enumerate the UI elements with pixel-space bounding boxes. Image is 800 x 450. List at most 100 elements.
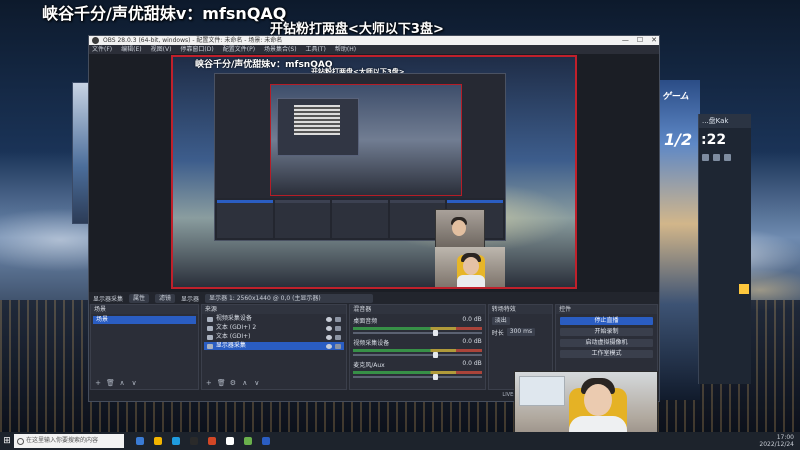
duration-label: 时长 bbox=[491, 330, 504, 337]
volume-slider[interactable] bbox=[353, 352, 482, 358]
tray-date: 2022/12/24 bbox=[759, 441, 794, 448]
remove-source-button[interactable]: 🗑 bbox=[217, 379, 226, 387]
add-source-button[interactable]: + bbox=[205, 379, 213, 387]
source-name: 显示器采集 bbox=[215, 342, 246, 349]
source-item[interactable]: 文本 (GDI+) bbox=[204, 333, 344, 341]
lock-icon[interactable] bbox=[335, 325, 342, 331]
source-item[interactable]: 显示器采集 bbox=[203, 342, 345, 350]
scene-item[interactable]: 场景 bbox=[93, 316, 196, 324]
track-name: 麦克风/Aux bbox=[353, 362, 385, 369]
visibility-eye-icon[interactable] bbox=[326, 343, 333, 349]
volume-knob[interactable] bbox=[432, 330, 438, 336]
chat-accent-icon[interactable] bbox=[739, 284, 749, 294]
nested-dock bbox=[332, 200, 388, 238]
nested-obs-capture-inner bbox=[277, 98, 359, 156]
taskbar-app-icon[interactable] bbox=[136, 437, 144, 445]
volume-knob[interactable] bbox=[432, 352, 438, 358]
menu-scene-collection[interactable]: 场景集合(S) bbox=[264, 45, 297, 54]
lock-icon[interactable] bbox=[335, 334, 342, 340]
add-scene-button[interactable]: + bbox=[94, 379, 102, 387]
chat-tool-icon[interactable] bbox=[724, 154, 731, 161]
start-recording-button[interactable]: 开始录制 bbox=[560, 328, 653, 336]
minimize-button[interactable]: — bbox=[622, 36, 629, 45]
volume-slider[interactable] bbox=[353, 374, 482, 380]
chat-icon-row bbox=[699, 148, 751, 167]
taskbar-app-icon[interactable] bbox=[190, 437, 198, 445]
preview-area[interactable]: 峡谷千分/声优甜妹v：mfsnQAQ 开钻粉打两盘<大师以下3盘> bbox=[89, 54, 659, 292]
lock-icon[interactable] bbox=[335, 316, 342, 322]
menu-profile[interactable]: 配置文件(P) bbox=[223, 45, 255, 54]
mixer-dock: 混音器 桌面音频 0.0 dB 视频采集设备 0.0 dB 麦克风/Aux 0.0 d… bbox=[349, 304, 486, 390]
sources-dock-footer: + 🗑 ⚙ ∧ ∨ bbox=[201, 377, 347, 389]
chat-app-window[interactable]: ...盘Kak :22 bbox=[698, 114, 751, 384]
menu-docks[interactable]: 停靠窗口(D) bbox=[180, 45, 213, 54]
background-game-window[interactable]: ゲーム 1/2 bbox=[660, 80, 700, 400]
move-source-down-button[interactable]: ∨ bbox=[253, 379, 261, 387]
text-icon bbox=[206, 334, 213, 340]
studio-mode-button[interactable]: 工作室模式 bbox=[560, 350, 653, 358]
source-name: 文本 (GDI+) 2 bbox=[215, 324, 257, 331]
source-item[interactable]: 文本 (GDI+) 2 bbox=[204, 324, 344, 332]
volume-slider[interactable] bbox=[353, 330, 482, 336]
visibility-eye-icon[interactable] bbox=[326, 325, 333, 331]
infinite-mirror-tunnel bbox=[294, 105, 340, 135]
menu-file[interactable]: 文件(F) bbox=[92, 45, 112, 54]
display-select[interactable]: 显示器 1: 2560x1440 @ 0,0 (主显示器) bbox=[205, 293, 374, 303]
menu-help[interactable]: 帮助(H) bbox=[335, 45, 356, 54]
volume-meter bbox=[353, 327, 482, 330]
move-scene-up-button[interactable]: ∧ bbox=[118, 379, 126, 387]
properties-button[interactable]: 属性 bbox=[129, 293, 150, 303]
visibility-eye-icon[interactable] bbox=[326, 316, 333, 322]
taskbar-app-icon[interactable] bbox=[154, 437, 162, 445]
menu-edit[interactable]: 编辑(E) bbox=[121, 45, 141, 54]
remove-scene-button[interactable]: 🗑 bbox=[106, 379, 115, 387]
chat-tool-icon[interactable] bbox=[713, 154, 720, 161]
taskbar-app-icon[interactable] bbox=[208, 437, 216, 445]
obs-titlebar[interactable]: OBS 28.0.3 (64-bit, windows) - 配置文件: 未命名… bbox=[89, 36, 659, 45]
transition-type-select[interactable]: 淡出 bbox=[491, 317, 510, 325]
taskbar-app-icon[interactable] bbox=[172, 437, 180, 445]
windows-taskbar: ⊞ 在这里输入你要搜索的内容 17:00 2022/12/24 bbox=[0, 432, 800, 450]
stop-streaming-button[interactable]: 停止直播 bbox=[560, 317, 653, 325]
taskbar-app-icon[interactable] bbox=[226, 437, 234, 445]
volume-meter bbox=[353, 371, 482, 374]
transitions-dock-title: 转场特效 bbox=[488, 305, 553, 314]
volume-knob[interactable] bbox=[432, 374, 438, 380]
tray-time: 17:00 bbox=[776, 434, 794, 441]
maximize-button[interactable]: ☐ bbox=[637, 36, 643, 45]
duration-input[interactable]: 300 ms bbox=[506, 328, 536, 336]
menu-tools[interactable]: 工具(T) bbox=[306, 45, 326, 54]
close-button[interactable]: ✕ bbox=[651, 36, 657, 45]
source-name: 文本 (GDI+) bbox=[215, 333, 251, 340]
lock-icon[interactable] bbox=[335, 343, 342, 349]
taskbar-app-icon[interactable] bbox=[244, 437, 252, 445]
virtual-camera-button[interactable]: 启动虚拟摄像机 bbox=[560, 339, 653, 347]
obs-app-icon bbox=[92, 37, 99, 44]
taskbar-search-box[interactable]: 在这里输入你要搜索的内容 bbox=[14, 434, 124, 448]
move-source-up-button[interactable]: ∧ bbox=[241, 379, 249, 387]
person-face bbox=[584, 384, 612, 416]
taskbar-apps bbox=[136, 437, 270, 445]
preview-canvas[interactable]: 峡谷千分/声优甜妹v：mfsnQAQ 开钻粉打两盘<大师以下3盘> bbox=[171, 55, 577, 289]
text-icon bbox=[206, 325, 213, 331]
visibility-eye-icon[interactable] bbox=[326, 334, 333, 340]
chat-header: ...盘Kak bbox=[699, 114, 751, 128]
chat-tool-icon[interactable] bbox=[702, 154, 709, 161]
person-shirt bbox=[457, 275, 485, 287]
filters-button[interactable]: 滤镜 bbox=[155, 293, 176, 303]
menu-view[interactable]: 视图(V) bbox=[151, 45, 172, 54]
source-properties-button[interactable]: ⚙ bbox=[229, 379, 237, 387]
system-tray-clock[interactable]: 17:00 2022/12/24 bbox=[759, 434, 794, 448]
source-item[interactable]: 视频采集设备 bbox=[204, 315, 344, 323]
nested-dock bbox=[274, 200, 331, 238]
game-banner-number: 1/2 bbox=[664, 130, 693, 149]
obs-window-title: OBS 28.0.3 (64-bit, windows) - 配置文件: 未命名… bbox=[103, 37, 283, 44]
move-scene-down-button[interactable]: ∨ bbox=[130, 379, 138, 387]
mixer-dock-title: 混音器 bbox=[350, 305, 485, 314]
track-db: 0.0 dB bbox=[462, 316, 482, 323]
room-window bbox=[519, 376, 565, 406]
windows-start-icon[interactable]: ⊞ bbox=[0, 432, 14, 450]
selected-source-label: 显示器采集 bbox=[93, 295, 124, 303]
taskbar-app-icon[interactable] bbox=[262, 437, 270, 445]
track-db: 0.0 dB bbox=[462, 338, 482, 345]
